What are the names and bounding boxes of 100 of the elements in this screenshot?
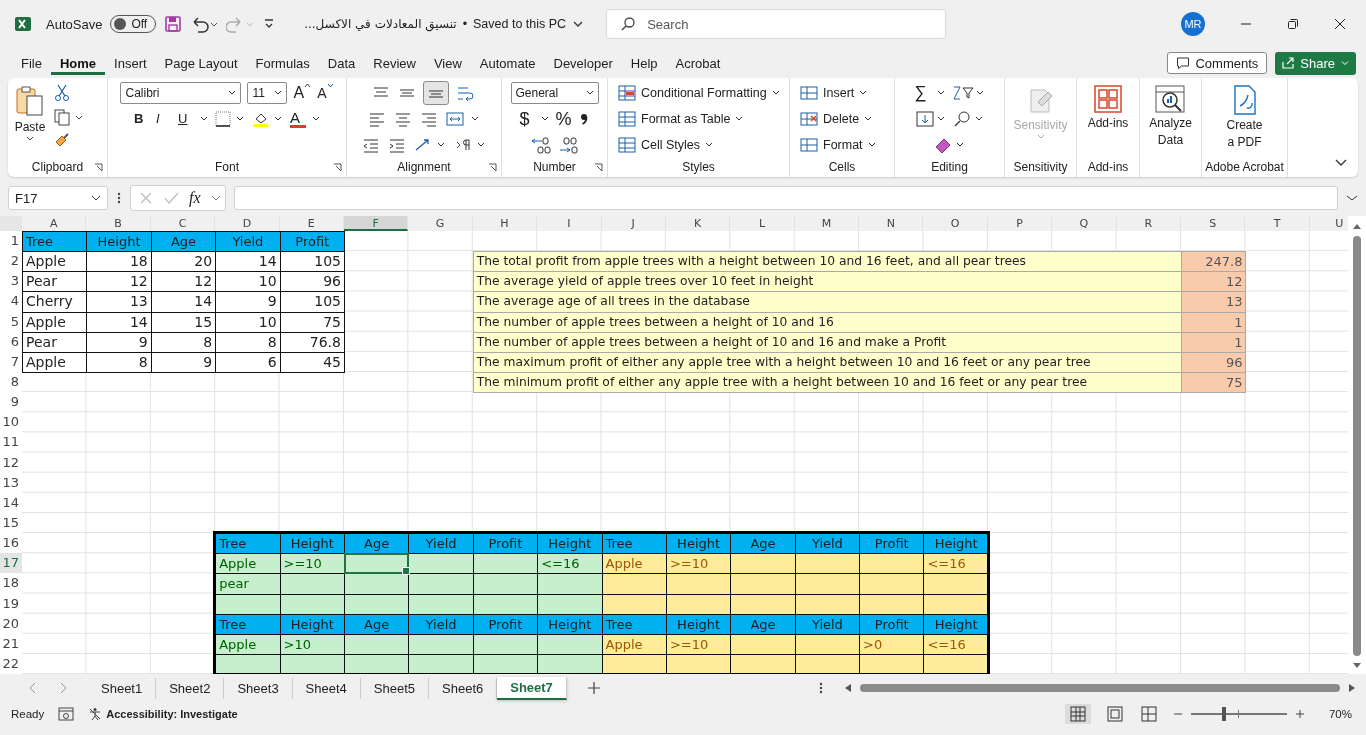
styles-button[interactable]: Conditional Formatting [618, 82, 780, 104]
fill-icon[interactable] [914, 110, 947, 128]
name-box[interactable]: F17 [8, 186, 108, 210]
dialog-launcher-icon[interactable] [333, 163, 342, 172]
save-status[interactable]: Saved to this PC [473, 17, 567, 31]
comments-button[interactable]: Comments [1167, 52, 1268, 74]
undo-icon[interactable] [190, 15, 219, 33]
column-header[interactable]: R [1116, 216, 1182, 231]
sort-filter-icon[interactable] [950, 84, 985, 102]
column-header[interactable]: A [22, 216, 87, 231]
copy-icon[interactable] [54, 108, 84, 126]
column-header[interactable]: O [923, 216, 988, 231]
column-header[interactable]: E [279, 216, 344, 231]
increase-decimal-icon[interactable] [529, 136, 552, 154]
close-icon[interactable] [1334, 18, 1346, 30]
column-header[interactable]: U [1309, 216, 1348, 231]
underline-button[interactable]: U [178, 109, 194, 129]
dialog-launcher-icon[interactable] [594, 163, 603, 172]
save-icon[interactable] [164, 15, 183, 33]
formula-input[interactable] [233, 186, 1338, 210]
more-options-icon[interactable] [818, 681, 824, 695]
percent-button[interactable]: % [555, 109, 572, 129]
font-family-dropdown[interactable]: Calibri [120, 82, 242, 104]
row-header[interactable]: 17 [0, 553, 22, 574]
ribbon-tab[interactable]: Acrobat [666, 51, 730, 75]
ribbon-tab[interactable]: Formulas [246, 51, 319, 75]
scrollbar-thumb[interactable] [1353, 236, 1361, 656]
column-header[interactable]: F [343, 216, 409, 231]
column-header[interactable]: K [665, 216, 731, 231]
ribbon-tab[interactable]: View [424, 51, 471, 75]
ribbon-tab[interactable]: Help [621, 51, 667, 75]
cells-button[interactable]: Format [800, 134, 876, 156]
scroll-up-icon[interactable] [1352, 222, 1362, 230]
sheet-tab[interactable]: Sheet1 [88, 677, 157, 699]
autosum-button[interactable]: ∑ [914, 83, 931, 103]
scroll-down-icon[interactable] [1352, 662, 1362, 670]
expand-formula-bar-icon[interactable] [1346, 194, 1358, 202]
analyze-data-button[interactable]: Analyze Data [1149, 82, 1192, 148]
create-pdf-button[interactable]: Create a PDF [1226, 82, 1263, 150]
scrollbar-thumb[interactable] [860, 684, 1340, 692]
dialog-launcher-icon[interactable] [94, 163, 103, 172]
number-format-dropdown[interactable]: General [510, 82, 599, 104]
zoom-level[interactable]: 70% [1328, 708, 1352, 720]
caret-icon[interactable] [541, 116, 550, 122]
ribbon-tab[interactable]: Review [364, 51, 425, 75]
column-header[interactable]: M [794, 216, 860, 231]
zoom-slider-thumb[interactable] [1221, 707, 1226, 721]
decrease-font-size-button[interactable]: A [317, 83, 334, 103]
column-header[interactable]: B [86, 216, 151, 231]
ribbon-tab[interactable]: Page Layout [155, 51, 247, 75]
column-header[interactable]: N [859, 216, 924, 231]
column-header[interactable]: S [1181, 216, 1246, 231]
fill-handle[interactable] [402, 567, 411, 576]
ribbon-tab[interactable]: Developer [544, 51, 622, 75]
currency-button[interactable]: $ [519, 109, 536, 129]
column-header[interactable]: D [215, 216, 280, 231]
ribbon-tab[interactable]: Insert [105, 51, 156, 75]
italic-button[interactable]: I [156, 109, 172, 129]
ribbon-tab[interactable]: Data [318, 51, 365, 75]
column-header[interactable]: G [408, 216, 473, 231]
cells-button[interactable]: Insert [800, 82, 868, 104]
zoom-in-icon[interactable] [1294, 709, 1305, 719]
cells-button[interactable]: Delete [800, 108, 873, 130]
sheet-tab[interactable]: Sheet7 [497, 676, 567, 700]
macro-recording-icon[interactable] [58, 707, 75, 721]
ribbon-tab[interactable]: Home [50, 51, 106, 75]
dialog-launcher-icon[interactable] [488, 163, 497, 172]
page-break-view-icon[interactable] [1138, 704, 1159, 724]
font-size-dropdown[interactable]: 11 [247, 82, 288, 104]
add-ins-button[interactable]: Add-ins [1087, 82, 1129, 130]
ribbon-tab[interactable]: File [12, 51, 51, 75]
merge-center-icon[interactable] [445, 109, 481, 129]
accessibility-button[interactable]: Accessibility: Investigate [88, 707, 238, 721]
align-bottom-icon[interactable] [423, 81, 449, 105]
scroll-right-icon[interactable] [1348, 683, 1356, 693]
add-sheet-icon[interactable] [586, 681, 601, 695]
insert-function-button[interactable]: fx [189, 189, 201, 207]
column-header[interactable]: P [987, 216, 1053, 231]
font-color-button[interactable]: A [290, 110, 306, 128]
borders-icon[interactable] [214, 110, 246, 128]
sheet-tab[interactable]: Sheet4 [292, 677, 361, 699]
decrease-decimal-icon[interactable] [557, 136, 580, 154]
paste-button[interactable]: Paste [14, 82, 46, 157]
caret-icon[interactable] [312, 116, 320, 122]
cut-icon[interactable] [54, 84, 70, 102]
normal-view-icon[interactable] [1064, 704, 1091, 724]
increase-font-size-button[interactable]: A [293, 83, 312, 103]
sheet-tab[interactable]: Sheet5 [360, 677, 429, 699]
more-options-icon[interactable] [116, 191, 122, 205]
caret-icon[interactable] [200, 116, 208, 122]
scroll-left-icon[interactable] [844, 683, 852, 693]
caret-icon[interactable] [936, 90, 945, 96]
column-header[interactable]: J [601, 216, 666, 231]
column-header[interactable]: C [150, 216, 216, 231]
find-icon[interactable] [952, 110, 985, 128]
column-header[interactable]: I [537, 216, 602, 231]
search-field[interactable]: Search [606, 9, 947, 39]
collapse-ribbon-icon[interactable] [1334, 157, 1348, 167]
column-header[interactable]: H [472, 216, 538, 231]
user-avatar[interactable]: MR [1181, 12, 1205, 36]
